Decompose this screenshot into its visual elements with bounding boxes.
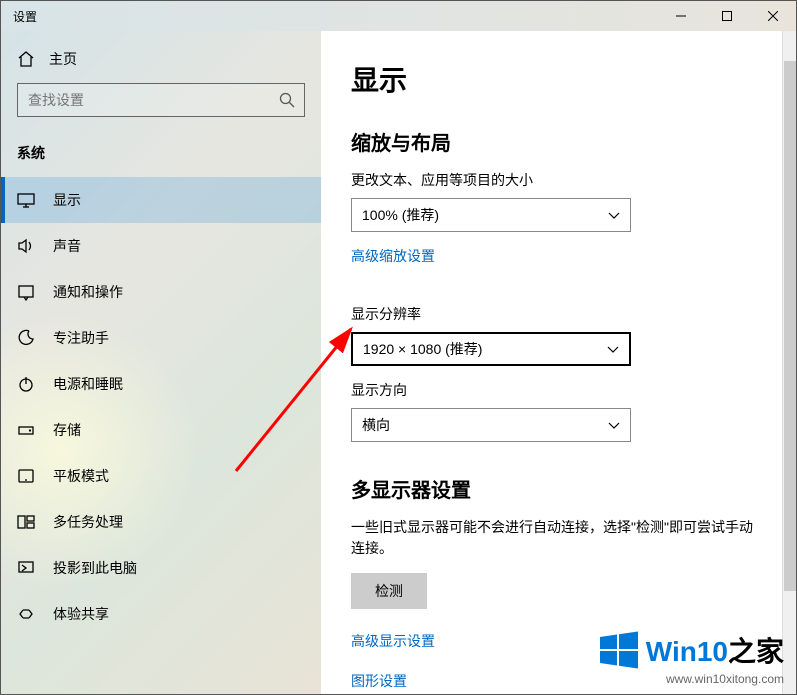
chevron-down-icon	[607, 341, 619, 357]
sidebar-item-6[interactable]: 平板模式	[1, 453, 321, 499]
scrollbar-thumb[interactable]	[784, 61, 796, 591]
sidebar-item-8[interactable]: 投影到此电脑	[1, 545, 321, 591]
focus-icon	[17, 329, 35, 347]
orientation-dropdown[interactable]: 横向	[351, 408, 631, 442]
sidebar-item-label: 体验共享	[53, 604, 109, 624]
project-icon	[17, 559, 35, 577]
titlebar: 设置	[1, 1, 796, 31]
watermark-url: www.win10xitong.com	[600, 672, 784, 686]
notification-icon	[17, 283, 35, 301]
section-multi-title: 多显示器设置	[351, 474, 766, 503]
scale-dropdown[interactable]: 100% (推荐)	[351, 198, 631, 232]
section-scale-title: 缩放与布局	[351, 127, 766, 156]
window-title: 设置	[1, 8, 37, 25]
home-icon	[17, 50, 35, 68]
sidebar-item-label: 声音	[53, 236, 81, 256]
orientation-label: 显示方向	[351, 380, 766, 400]
resolution-dropdown[interactable]: 1920 × 1080 (推荐)	[351, 332, 631, 366]
monitor-icon	[17, 191, 35, 209]
sidebar-item-label: 平板模式	[53, 466, 109, 486]
close-button[interactable]	[750, 1, 796, 31]
sidebar-item-3[interactable]: 专注助手	[1, 315, 321, 361]
sidebar-item-label: 多任务处理	[53, 512, 123, 532]
graphics-link[interactable]: 图形设置	[351, 671, 407, 691]
advanced-scale-link[interactable]: 高级缩放设置	[351, 246, 435, 266]
page-title: 显示	[351, 59, 766, 99]
detect-button[interactable]: 检测	[351, 573, 427, 609]
scale-value: 100% (推荐)	[362, 205, 439, 225]
sidebar-item-2[interactable]: 通知和操作	[1, 269, 321, 315]
nav-list: 显示声音通知和操作专注助手电源和睡眠存储平板模式多任务处理投影到此电脑体验共享	[1, 177, 321, 637]
power-icon	[17, 375, 35, 393]
scale-label: 更改文本、应用等项目的大小	[351, 170, 766, 190]
window-controls	[658, 1, 796, 31]
advanced-display-link[interactable]: 高级显示设置	[351, 631, 435, 651]
search-box[interactable]	[17, 83, 305, 117]
search-input[interactable]	[18, 92, 270, 108]
sidebar-item-label: 专注助手	[53, 328, 109, 348]
tablet-icon	[17, 467, 35, 485]
chevron-down-icon	[608, 417, 620, 433]
storage-icon	[17, 421, 35, 439]
watermark: Win10之家 www.win10xitong.com	[600, 630, 784, 686]
sidebar-item-7[interactable]: 多任务处理	[1, 499, 321, 545]
sidebar-item-9[interactable]: 体验共享	[1, 591, 321, 637]
sidebar-item-label: 显示	[53, 190, 81, 210]
resolution-value: 1920 × 1080 (推荐)	[363, 339, 482, 359]
main-content: 显示 缩放与布局 更改文本、应用等项目的大小 100% (推荐) 高级缩放设置 …	[321, 31, 796, 694]
sidebar-item-label: 通知和操作	[53, 282, 123, 302]
scrollbar[interactable]	[782, 31, 796, 694]
search-icon	[270, 92, 304, 108]
multitask-icon	[17, 513, 35, 531]
sidebar-item-label: 电源和睡眠	[53, 374, 123, 394]
chevron-down-icon	[608, 207, 620, 223]
orientation-value: 横向	[362, 415, 390, 435]
watermark-brand: Win10之家	[646, 630, 784, 670]
sidebar-item-0[interactable]: 显示	[1, 177, 321, 223]
sidebar-item-label: 投影到此电脑	[53, 558, 137, 578]
minimize-button[interactable]	[658, 1, 704, 31]
maximize-button[interactable]	[704, 1, 750, 31]
resolution-label: 显示分辨率	[351, 304, 766, 324]
share-icon	[17, 605, 35, 623]
nav-group-header: 系统	[1, 135, 321, 177]
sidebar: 主页 系统 显示声音通知和操作专注助手电源和睡眠存储平板模式多任务处理投影到此电…	[1, 31, 321, 694]
home-label: 主页	[49, 49, 77, 69]
multi-body-text: 一些旧式显示器可能不会进行自动连接，选择"检测"即可尝试手动连接。	[351, 517, 766, 559]
sound-icon	[17, 237, 35, 255]
home-link[interactable]: 主页	[1, 31, 321, 83]
sidebar-item-1[interactable]: 声音	[1, 223, 321, 269]
sidebar-item-5[interactable]: 存储	[1, 407, 321, 453]
windows-logo-icon	[600, 631, 638, 669]
sidebar-item-label: 存储	[53, 420, 81, 440]
sidebar-item-4[interactable]: 电源和睡眠	[1, 361, 321, 407]
